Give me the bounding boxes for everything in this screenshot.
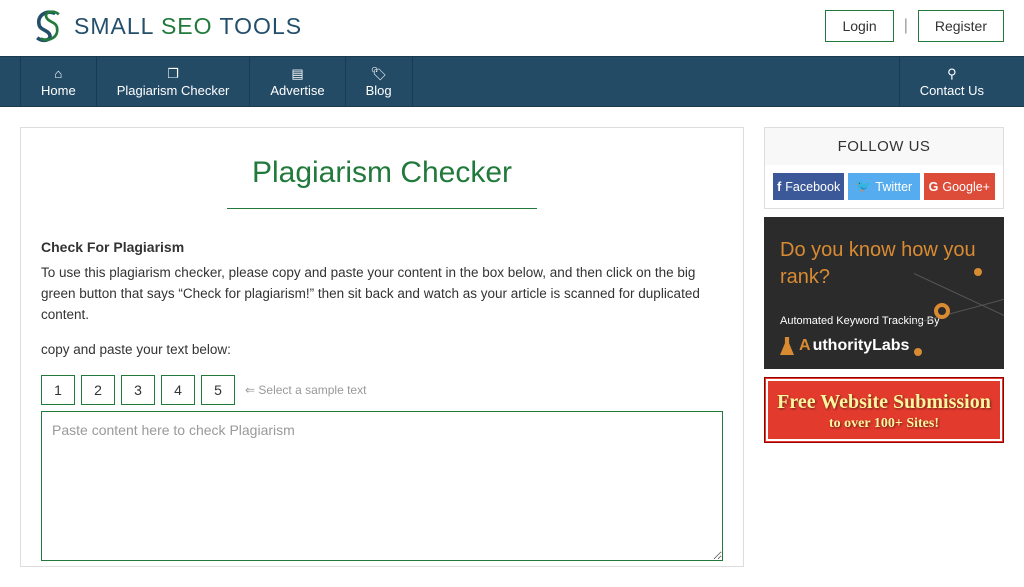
- page-title: Plagiarism Checker: [41, 156, 723, 190]
- social-row: f Facebook 🐦 Twitter G Google+: [765, 165, 1003, 208]
- register-button[interactable]: Register: [918, 10, 1004, 42]
- googleplus-button[interactable]: G Google+: [924, 173, 995, 200]
- sample-button-4[interactable]: 4: [161, 375, 195, 405]
- content-card: Plagiarism Checker Check For Plagiarism …: [20, 127, 744, 567]
- nav-home-label: Home: [41, 83, 76, 98]
- chart-icon: ▤: [291, 67, 303, 80]
- nav-contact[interactable]: ⚲ Contact Us: [899, 57, 1004, 106]
- ad-submit-line2: to over 100+ Sites!: [773, 416, 995, 432]
- logo-text-2: SEO: [161, 13, 213, 39]
- nav-plag-label: Plagiarism Checker: [117, 83, 230, 98]
- home-icon: ⌂: [54, 67, 62, 80]
- nav-contact-label: Contact Us: [920, 83, 984, 98]
- nav-home[interactable]: ⌂ Home: [20, 57, 96, 106]
- ad-submit[interactable]: Free Website Submission to over 100+ Sit…: [764, 377, 1004, 443]
- sample-button-3[interactable]: 3: [121, 375, 155, 405]
- flask-icon: [780, 337, 794, 355]
- follow-box: FOLLOW US f Facebook 🐦 Twitter G Google+: [764, 127, 1004, 209]
- google-label: Google+: [942, 180, 990, 194]
- nav-plagiarism-checker[interactable]: ❐ Plagiarism Checker: [96, 57, 250, 106]
- twitter-button[interactable]: 🐦 Twitter: [848, 173, 919, 200]
- description-text: To use this plagiarism checker, please c…: [41, 263, 723, 326]
- header-top: SMALL SEO TOOLS Login | Register: [0, 0, 1024, 56]
- section-heading: Check For Plagiarism: [41, 239, 723, 255]
- nav-blog-label: Blog: [366, 83, 392, 98]
- sample-button-1[interactable]: 1: [41, 375, 75, 405]
- tag-icon: 🏷: [370, 67, 387, 80]
- main-navbar: ⌂ Home ❐ Plagiarism Checker ▤ Advertise …: [0, 56, 1024, 107]
- follow-title: FOLLOW US: [765, 128, 1003, 165]
- title-underline: [227, 208, 537, 209]
- sample-hint: ⇐ Select a sample text: [245, 383, 366, 397]
- facebook-label: Facebook: [785, 180, 840, 194]
- logo-icon: [30, 8, 66, 44]
- twitter-label: Twitter: [875, 180, 912, 194]
- logo-text-1: SMALL: [74, 13, 154, 39]
- nav-blog[interactable]: 🏷 Blog: [345, 57, 413, 106]
- auth-separator: |: [904, 17, 908, 35]
- login-button[interactable]: Login: [825, 10, 893, 42]
- auth-buttons: Login | Register: [825, 10, 1004, 42]
- google-icon: G: [929, 180, 939, 194]
- nav-advertise-label: Advertise: [270, 83, 324, 98]
- sample-button-5[interactable]: 5: [201, 375, 235, 405]
- samples-row: 1 2 3 4 5 ⇐ Select a sample text: [41, 375, 723, 405]
- instruction-text: copy and paste your text below:: [41, 340, 723, 361]
- sidebar: FOLLOW US f Facebook 🐦 Twitter G Google+…: [764, 127, 1004, 567]
- pin-icon: ⚲: [947, 67, 957, 80]
- facebook-icon: f: [777, 180, 781, 194]
- site-logo[interactable]: SMALL SEO TOOLS: [30, 8, 302, 44]
- logo-text-3: TOOLS: [220, 13, 303, 39]
- sample-button-2[interactable]: 2: [81, 375, 115, 405]
- twitter-icon: 🐦: [856, 179, 872, 194]
- plagiarism-textarea[interactable]: [41, 411, 723, 561]
- ad-submit-line1: Free Website Submission: [773, 390, 995, 414]
- copy-icon: ❐: [167, 67, 179, 80]
- nav-advertise[interactable]: ▤ Advertise: [249, 57, 344, 106]
- ad-rank-decoration: [914, 263, 1004, 369]
- facebook-button[interactable]: f Facebook: [773, 173, 844, 200]
- brand-rest: uthorityLabs: [813, 337, 910, 355]
- brand-a: A: [799, 337, 811, 355]
- ad-rank[interactable]: Do you know how you rank? Automated Keyw…: [764, 217, 1004, 369]
